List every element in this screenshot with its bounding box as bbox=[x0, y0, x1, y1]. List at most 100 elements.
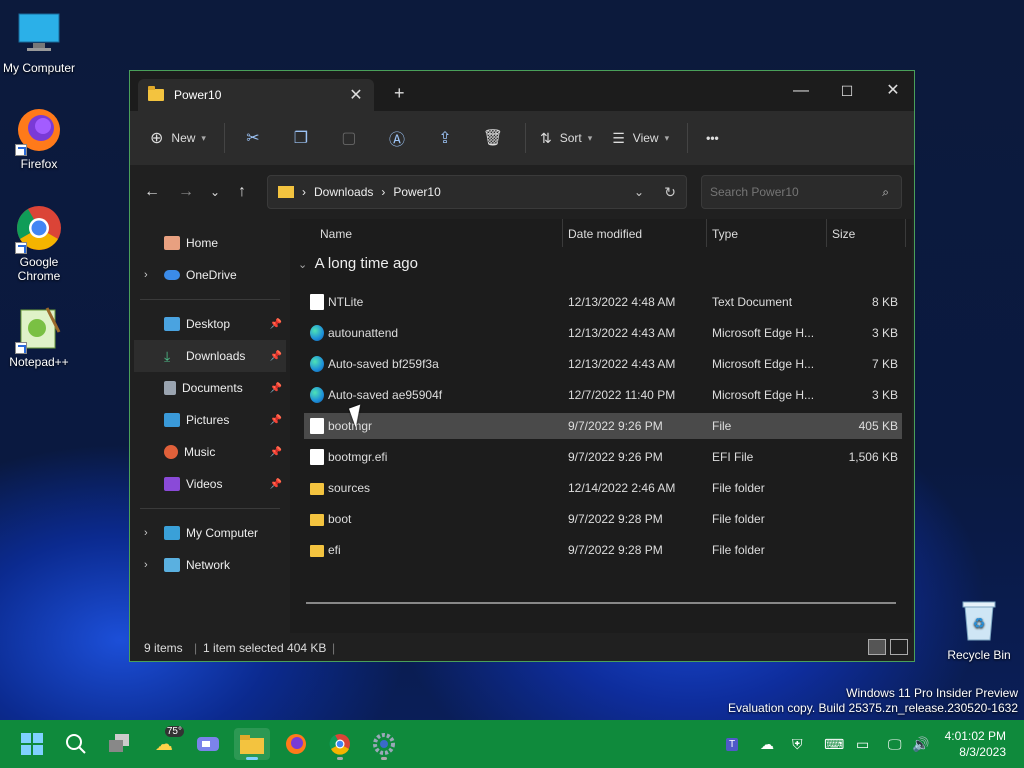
chevron-right-icon[interactable]: › bbox=[144, 269, 148, 281]
sidebar-item-network[interactable]: › Network bbox=[134, 549, 286, 581]
up-arrow-icon[interactable]: ↑ bbox=[238, 183, 246, 201]
security-tray-icon[interactable]: ⛨ bbox=[792, 720, 803, 768]
network-icon bbox=[164, 558, 180, 572]
desktop-icon-my-computer[interactable]: My Computer bbox=[0, 10, 78, 75]
table-row[interactable]: NTLite 12/13/2022 4:48 AM Text Document 8 K… bbox=[304, 289, 902, 315]
pin-icon: 📌 bbox=[269, 478, 282, 490]
table-row[interactable]: efi 9/7/2022 9:28 PM File folder bbox=[304, 537, 902, 563]
file-date: 9/7/2022 9:28 PM bbox=[568, 512, 663, 526]
notepadpp-icon bbox=[15, 304, 63, 354]
back-arrow-icon[interactable]: ← bbox=[144, 183, 160, 201]
breadcrumb-power10[interactable]: Power10 bbox=[393, 185, 440, 199]
navigation-pane: Home › OneDrive Desktop 📌 ⤓ Downloads 📌 … bbox=[134, 219, 286, 634]
sidebar-item-pictures[interactable]: Pictures 📌 bbox=[134, 404, 286, 436]
new-tab-button[interactable]: + bbox=[394, 83, 405, 104]
display-tray-icon[interactable]: ▭ bbox=[856, 720, 869, 768]
sort-button[interactable]: ⇅ Sort ▾ bbox=[532, 122, 600, 154]
recycle-bin[interactable]: ♻ Recycle Bin bbox=[939, 598, 1019, 662]
delete-button[interactable]: 🗑 bbox=[471, 122, 515, 154]
sidebar-item-documents[interactable]: Documents 📌 bbox=[134, 372, 286, 404]
keyboard-tray-icon[interactable]: ⌨ bbox=[824, 720, 844, 768]
teams-tray-icon[interactable]: T bbox=[726, 720, 739, 768]
table-row[interactable]: Auto-saved bf259f3a 12/13/2022 4:43 AM Mic… bbox=[304, 351, 902, 377]
chevron-right-icon[interactable]: › bbox=[144, 559, 148, 571]
widgets-button[interactable]: ☁ 75° bbox=[146, 726, 184, 760]
chrome-taskbar-button[interactable] bbox=[322, 728, 358, 760]
table-row[interactable]: autounattend 12/13/2022 4:43 AM Microsoft … bbox=[304, 320, 902, 346]
copy-button[interactable]: ❐ bbox=[279, 122, 323, 154]
cut-button[interactable]: ✂ bbox=[231, 122, 275, 154]
clipboard-icon: ▢ bbox=[341, 130, 357, 147]
network-tray-icon[interactable]: 🖵 bbox=[888, 720, 902, 768]
download-icon: ⤓ bbox=[164, 348, 171, 364]
sidebar-item-music[interactable]: Music 📌 bbox=[134, 436, 286, 468]
file-name: sources bbox=[328, 481, 371, 495]
chevron-right-icon[interactable]: › bbox=[144, 527, 148, 539]
tab-close-button[interactable]: ✕ bbox=[346, 85, 366, 105]
gear-icon bbox=[373, 733, 395, 755]
onedrive-icon bbox=[164, 270, 180, 280]
view-button[interactable]: ☰ View ▾ bbox=[604, 122, 677, 154]
desktop-icon-chrome[interactable]: Google Chrome bbox=[0, 204, 78, 283]
onedrive-tray-icon[interactable]: ☁ bbox=[760, 720, 774, 768]
table-row[interactable]: bootmgr.efi 9/7/2022 9:26 PM EFI File 1,506… bbox=[304, 444, 902, 470]
forward-arrow-icon[interactable]: → bbox=[178, 183, 194, 201]
file-name: autounattend bbox=[328, 326, 399, 340]
table-row[interactable]: sources 12/14/2022 2:46 AM File folder bbox=[304, 475, 902, 501]
table-row[interactable]: Auto-saved ae95904f 12/7/2022 11:40 PM Mic… bbox=[304, 382, 902, 408]
desktop-icon-notepadpp[interactable]: Notepad++ bbox=[0, 304, 78, 369]
file-size: 3 KB bbox=[871, 388, 898, 402]
firefox-taskbar-button[interactable] bbox=[278, 728, 314, 760]
sidebar-item-downloads[interactable]: ⤓ Downloads 📌 bbox=[134, 340, 286, 372]
selection-info: 1 item selected 404 KB bbox=[203, 641, 327, 655]
column-header-type[interactable]: Type bbox=[712, 227, 738, 241]
minimize-button[interactable]: — bbox=[778, 77, 824, 105]
details-view-icon[interactable] bbox=[868, 639, 886, 655]
file-date: 9/7/2022 9:26 PM bbox=[568, 450, 663, 464]
column-header-date-modified[interactable]: Date modified bbox=[568, 227, 642, 241]
search-taskbar-button[interactable] bbox=[58, 728, 94, 760]
search-box[interactable]: ⌕ bbox=[701, 175, 902, 209]
address-dropdown-icon[interactable]: ⌄ bbox=[634, 185, 644, 199]
breadcrumb-downloads[interactable]: Downloads bbox=[314, 185, 373, 199]
start-button[interactable] bbox=[14, 728, 50, 760]
tab-power10[interactable]: Power10 ✕ bbox=[138, 79, 374, 111]
file-explorer-taskbar-button[interactable] bbox=[234, 728, 270, 760]
paste-button[interactable]: ▢ bbox=[327, 122, 371, 154]
clock[interactable]: 4:01:02 PM 8/3/2023 bbox=[945, 728, 1006, 760]
column-header-size[interactable]: Size bbox=[832, 227, 855, 241]
file-date: 12/13/2022 4:43 AM bbox=[568, 357, 676, 371]
file-list: Name Date modified Type Size ⌄ A long ti… bbox=[290, 219, 912, 634]
group-header[interactable]: ⌄ A long time ago bbox=[298, 255, 418, 272]
horizontal-scrollbar[interactable] bbox=[306, 602, 896, 604]
table-row[interactable]: boot 9/7/2022 9:28 PM File folder bbox=[304, 506, 902, 532]
music-icon bbox=[164, 445, 178, 459]
file-size: 3 KB bbox=[871, 326, 898, 340]
column-header-name[interactable]: Name bbox=[320, 227, 352, 241]
settings-taskbar-button[interactable] bbox=[366, 728, 402, 760]
rename-button[interactable]: Ⓐ bbox=[375, 122, 419, 154]
teams-chat-button[interactable] bbox=[190, 728, 226, 760]
sidebar-item-desktop[interactable]: Desktop 📌 bbox=[134, 308, 286, 340]
recycle-bin-icon: ♻ bbox=[959, 598, 999, 642]
address-bar[interactable]: › Downloads › Power10 ⌄ ↻ bbox=[267, 175, 687, 209]
sidebar-item-home[interactable]: Home bbox=[134, 227, 286, 259]
tiles-view-icon[interactable] bbox=[890, 639, 908, 655]
sidebar-item-my-computer[interactable]: › My Computer bbox=[134, 517, 286, 549]
refresh-icon[interactable]: ↻ bbox=[664, 184, 676, 201]
desktop-icon-firefox[interactable]: Firefox bbox=[0, 106, 78, 171]
new-button[interactable]: ⊕ New ▾ bbox=[142, 122, 214, 154]
table-row[interactable]: bootmgr 9/7/2022 9:26 PM File 405 KB bbox=[304, 413, 902, 439]
close-button[interactable]: ✕ bbox=[870, 77, 916, 105]
volume-tray-icon[interactable]: 🔊 bbox=[912, 720, 929, 768]
search-input[interactable] bbox=[710, 185, 870, 199]
sidebar-item-videos[interactable]: Videos 📌 bbox=[134, 468, 286, 500]
maximize-button[interactable]: ☐ bbox=[824, 77, 870, 105]
task-view-button[interactable] bbox=[102, 728, 138, 760]
sidebar-item-onedrive[interactable]: › OneDrive bbox=[134, 259, 286, 291]
more-options-button[interactable]: ••• bbox=[694, 122, 731, 154]
desktop-icon-label: My Computer bbox=[2, 61, 76, 75]
share-button[interactable]: ⇪ bbox=[423, 122, 467, 154]
recent-locations-chevron-icon[interactable]: ⌄ bbox=[210, 185, 220, 199]
weather-temp: 75° bbox=[164, 726, 184, 737]
